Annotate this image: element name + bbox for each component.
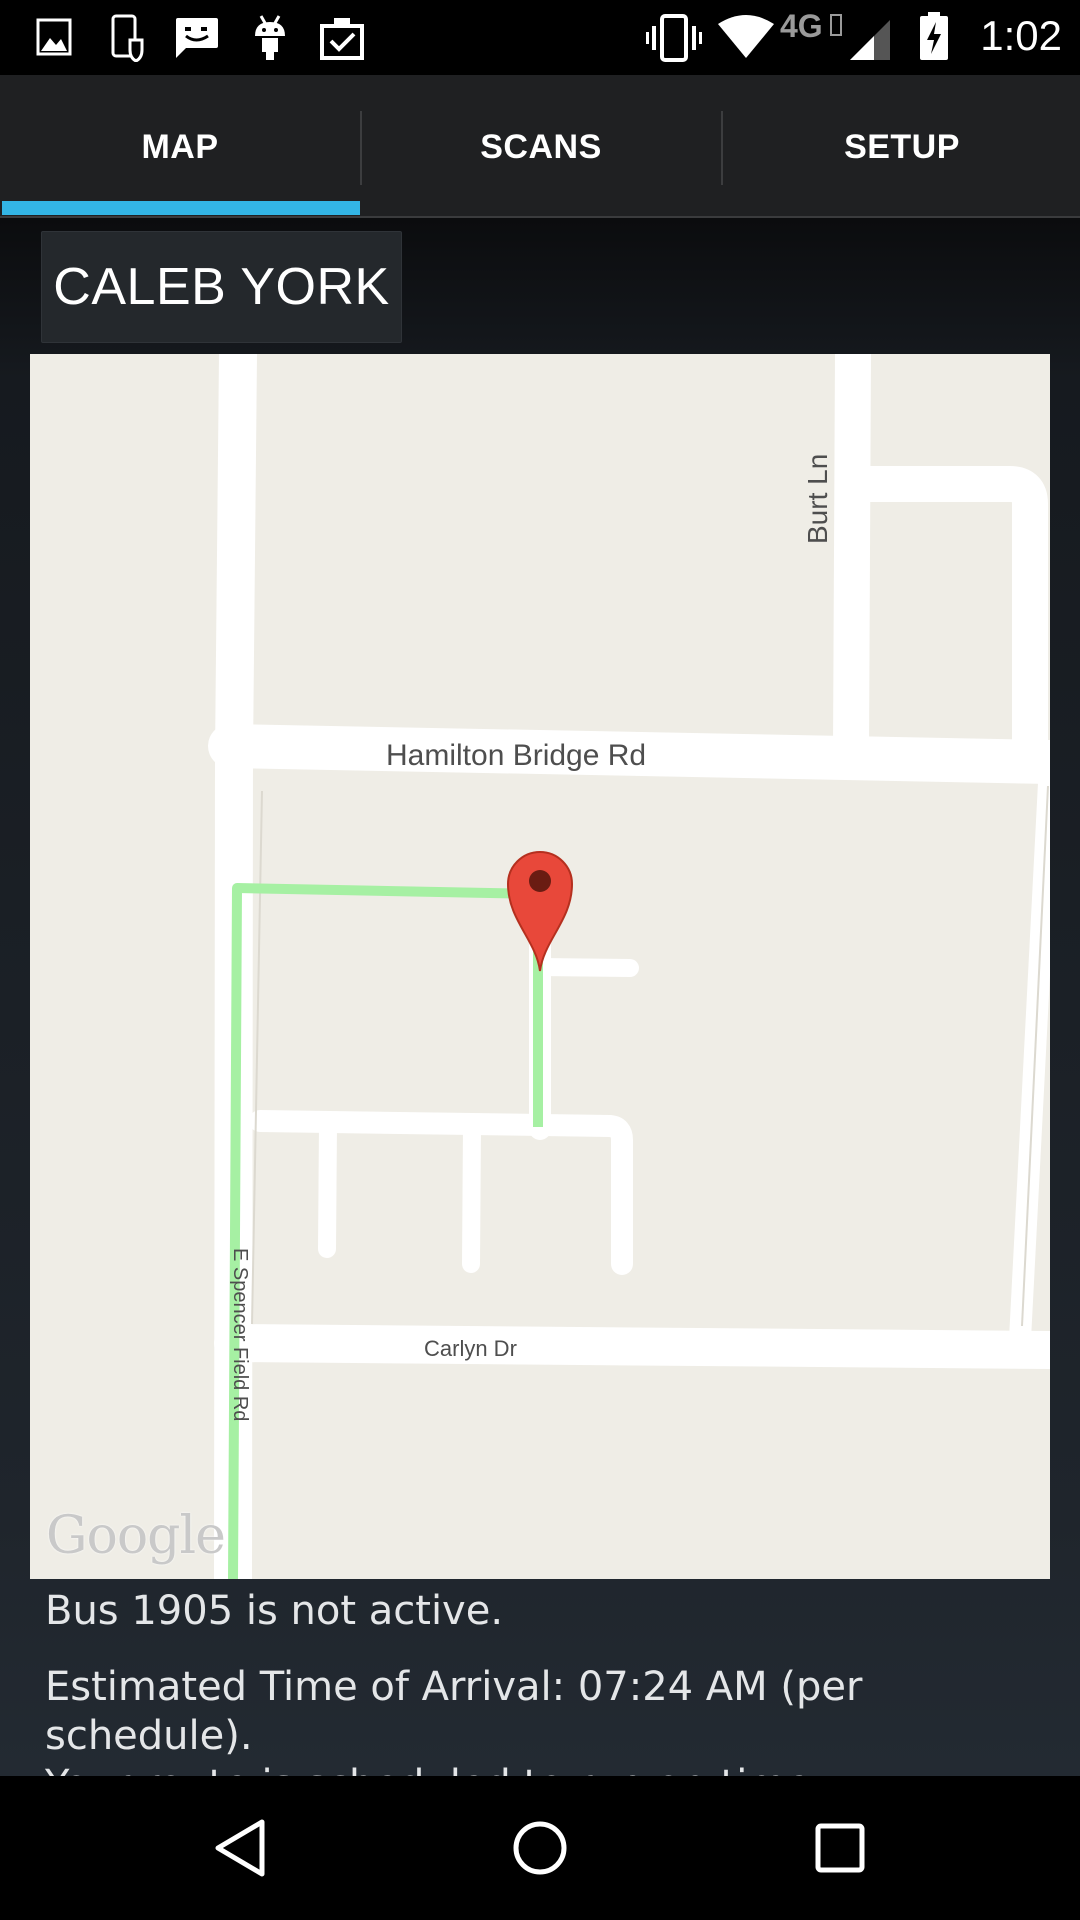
map-roads xyxy=(208,354,1050,1579)
street-label-hamilton: Hamilton Bridge Rd xyxy=(386,739,647,772)
street-label-burt: Burt Ln xyxy=(802,453,833,544)
content-area: CALEB YORK Hamilton Bridge Rd Burt Ln Ca… xyxy=(0,218,1080,1808)
bus-status-text: Bus 1905 is not active. xyxy=(45,1588,504,1634)
recents-button[interactable] xyxy=(760,1776,920,1920)
battery-charging-icon xyxy=(920,12,948,60)
selected-tab-indicator xyxy=(2,201,360,215)
tab-scans[interactable]: SCANS xyxy=(361,75,721,218)
tab-setup-label: SETUP xyxy=(844,128,960,166)
street-label-spencer: E Spencer Field Rd xyxy=(229,1248,251,1422)
home-icon xyxy=(513,1821,567,1875)
clipboard-check-icon xyxy=(320,18,364,60)
back-button[interactable] xyxy=(160,1776,320,1920)
lte-icon xyxy=(830,14,842,36)
phone-shield-icon xyxy=(111,14,144,62)
google-logo: Google xyxy=(46,1506,226,1566)
eta-line-1: Estimated Time of Arrival: 07:24 AM (per… xyxy=(45,1664,863,1759)
clock: 1:02 xyxy=(980,12,1062,59)
map-view[interactable]: Hamilton Bridge Rd Burt Ln Carlyn Dr E S… xyxy=(30,354,1050,1579)
tab-scans-label: SCANS xyxy=(480,128,602,166)
tab-map-label: MAP xyxy=(141,128,219,166)
android-icon xyxy=(255,15,285,60)
vibrate-icon xyxy=(646,14,702,62)
location-marker[interactable] xyxy=(506,851,574,972)
message-icon xyxy=(176,18,218,58)
home-button[interactable] xyxy=(460,1776,620,1920)
student-selector-button[interactable]: CALEB YORK xyxy=(41,231,402,343)
wifi-icon xyxy=(718,15,774,58)
signal-icon xyxy=(850,20,890,60)
street-label-carlyn: Carlyn Dr xyxy=(424,1336,517,1361)
back-icon xyxy=(215,1819,265,1877)
tab-bar: MAP SCANS SETUP xyxy=(0,75,1080,218)
recents-icon xyxy=(815,1823,865,1873)
tab-map[interactable]: MAP xyxy=(0,75,360,218)
navigation-bar xyxy=(0,1776,1080,1920)
status-bar: 4G 1:02 xyxy=(0,0,1080,75)
network-type-label: 4G xyxy=(780,8,846,48)
image-icon xyxy=(36,18,72,56)
tab-setup[interactable]: SETUP xyxy=(722,75,1080,218)
